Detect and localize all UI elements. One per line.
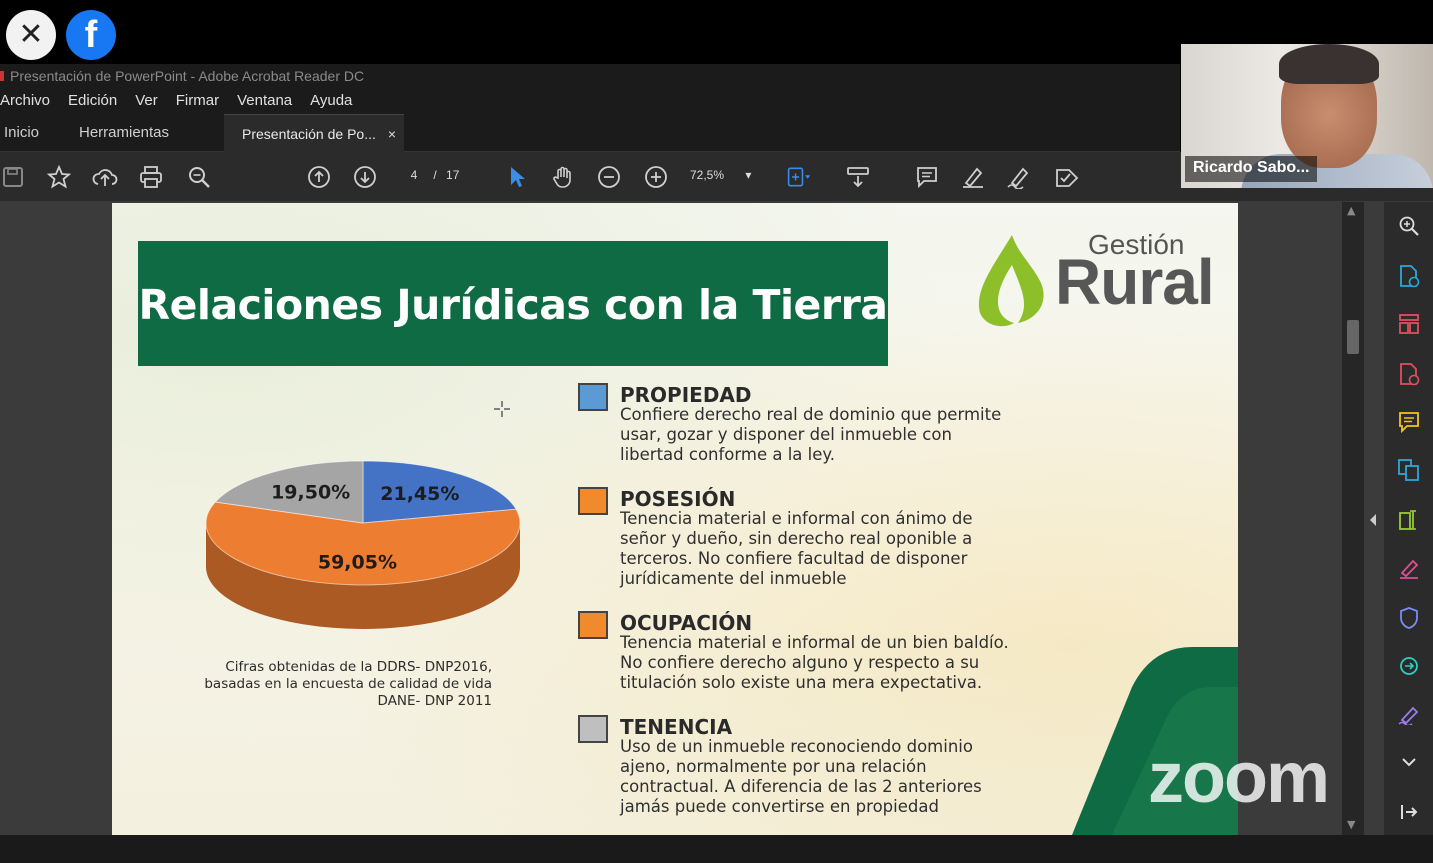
request-signature-icon[interactable] — [1397, 702, 1421, 726]
legend-swatch — [578, 487, 608, 515]
save-icon[interactable] — [0, 164, 26, 190]
close-button[interactable]: ✕ — [6, 10, 56, 60]
organize-pages-icon[interactable] — [1397, 312, 1421, 336]
zoom-level-select[interactable]: 72,5% ▾ — [690, 168, 760, 182]
facebook-icon: f — [84, 13, 98, 56]
menu-ayuda[interactable]: Ayuda — [310, 88, 360, 114]
cloud-upload-icon[interactable] — [92, 164, 118, 190]
current-page-input[interactable]: 4 — [398, 168, 430, 182]
slide-title: Relaciones Jurídicas con la Tierra — [138, 281, 888, 329]
source-note: Cifras obtenidas de la DDRS- DNP2016, ba… — [204, 659, 492, 709]
zoom-in-icon[interactable] — [643, 164, 669, 190]
scroll-mode-icon[interactable] — [845, 164, 871, 190]
menu-ventana[interactable]: Ventana — [237, 88, 300, 114]
page-counter: 4 / 17 — [398, 168, 460, 182]
menu-firmar[interactable]: Firmar — [176, 88, 227, 114]
legend-text: Uso de un inmueble reconociendo dominio … — [620, 737, 982, 816]
title-banner: Relaciones Jurídicas con la Tierra — [138, 241, 888, 366]
tab-tools[interactable]: Herramientas — [79, 114, 169, 152]
legend-title: POSESIÓN — [620, 487, 736, 511]
tab-document[interactable]: Presentación de Po... × — [224, 114, 404, 152]
bottom-bar — [0, 835, 1433, 863]
legend-item-posesion: POSESIÓN Tenencia material e informal co… — [578, 487, 1048, 597]
tab-bar: Inicio Herramientas Presentación de Po..… — [0, 114, 1180, 152]
slide-page: Relaciones Jurídicas con la Tierra Gesti… — [112, 203, 1238, 835]
convert-pdf-icon[interactable] — [1397, 458, 1421, 482]
send-for-review-icon[interactable] — [1397, 654, 1421, 678]
print-icon[interactable] — [138, 164, 164, 190]
page-separator: / — [433, 168, 437, 182]
legend-swatch — [578, 715, 608, 743]
hand-tool-icon[interactable] — [550, 164, 576, 190]
bookmark-star-icon[interactable] — [46, 164, 72, 190]
collapse-panel-icon[interactable] — [1397, 800, 1421, 824]
scroll-up-icon[interactable]: ▲ — [1347, 204, 1355, 217]
legend-text: Confiere derecho real de dominio que per… — [620, 405, 1002, 464]
crosshair-cursor-icon — [494, 401, 510, 417]
scroll-down-icon[interactable]: ▼ — [1347, 818, 1355, 831]
scroll-thumb[interactable] — [1347, 320, 1359, 354]
gestion-rural-logo-icon — [978, 235, 1044, 327]
tab-home[interactable]: Inicio — [4, 114, 39, 152]
acrobat-icon — [0, 71, 4, 81]
logo-text-main: Rural — [1055, 246, 1215, 318]
close-tab-icon[interactable]: × — [388, 115, 396, 153]
chevron-down-icon: ▾ — [745, 168, 752, 182]
zoom-level-value: 72,5% — [690, 168, 725, 182]
highlight-pen-icon[interactable] — [960, 164, 986, 190]
top-bar — [0, 0, 1433, 44]
legend-text: Tenencia material e informal de un bien … — [620, 633, 1009, 692]
comment-icon[interactable] — [914, 164, 940, 190]
zoom-search-icon[interactable] — [186, 164, 212, 190]
export-pdf-icon[interactable] — [1397, 264, 1421, 288]
legend-text: Tenencia material e informal con ánimo d… — [620, 509, 973, 588]
facebook-button[interactable]: f — [66, 10, 116, 60]
fill-sign-icon[interactable] — [1397, 556, 1421, 580]
redact-icon[interactable] — [1054, 164, 1080, 190]
create-pdf-icon[interactable] — [1397, 362, 1421, 386]
more-tools-chevron-down-icon[interactable] — [1397, 750, 1421, 774]
zoom-out-icon[interactable] — [596, 164, 622, 190]
legend-item-tenencia: TENENCIA Uso de un inmueble reconociendo… — [578, 715, 1048, 825]
legend-title: OCUPACIÓN — [620, 611, 753, 635]
next-page-icon[interactable] — [352, 164, 378, 190]
vertical-scrollbar[interactable]: ▲ ▼ — [1342, 202, 1364, 835]
protect-shield-icon[interactable] — [1397, 606, 1421, 630]
right-tools-panel — [1383, 202, 1433, 835]
pie-slice-label: 19,50% — [271, 482, 350, 504]
menu-edicion[interactable]: Edición — [68, 88, 125, 114]
page-fit-icon[interactable] — [786, 164, 812, 190]
legend-item-ocupacion: OCUPACIÓN Tenencia material e informal d… — [578, 611, 1048, 701]
window-titlebar: Presentación de PowerPoint - Adobe Acrob… — [0, 64, 1180, 88]
legend-item-propiedad: PROPIEDAD Confiere derecho real de domin… — [578, 383, 1048, 473]
menu-ver[interactable]: Ver — [135, 88, 166, 114]
expand-panel-arrow-icon[interactable] — [1368, 512, 1378, 526]
comment-tool-icon[interactable] — [1397, 410, 1421, 434]
pie-slice-label: 59,05% — [318, 551, 397, 573]
pie-slice-label: 21,45% — [380, 483, 459, 505]
close-icon: ✕ — [18, 17, 44, 52]
tab-document-label: Presentación de Po... — [242, 126, 376, 142]
total-pages: 17 — [446, 168, 460, 182]
participant-name: Ricardo Sabo... — [1185, 156, 1318, 182]
menu-bar: Archivo Edición Ver Firmar Ventana Ayuda — [0, 88, 1180, 114]
pie-chart: 21,45% 59,05% 19,50% — [205, 460, 521, 629]
zoom-search-icon[interactable] — [1397, 214, 1421, 238]
edit-pdf-icon[interactable] — [1397, 508, 1421, 532]
legend-title: PROPIEDAD — [620, 383, 752, 407]
zoom-watermark: zoom — [1148, 738, 1330, 818]
participant-video[interactable]: Ricardo Sabo... — [1181, 44, 1433, 188]
sign-icon[interactable] — [1006, 164, 1032, 190]
menu-archivo[interactable]: Archivo — [0, 88, 58, 114]
legend-swatch — [578, 611, 608, 639]
select-cursor-icon[interactable] — [504, 164, 530, 190]
legend-title: TENENCIA — [620, 715, 733, 739]
previous-page-icon[interactable] — [306, 164, 332, 190]
window-title: Presentación de PowerPoint - Adobe Acrob… — [10, 68, 365, 84]
participant-hair — [1279, 44, 1379, 84]
legend-swatch — [578, 383, 608, 411]
